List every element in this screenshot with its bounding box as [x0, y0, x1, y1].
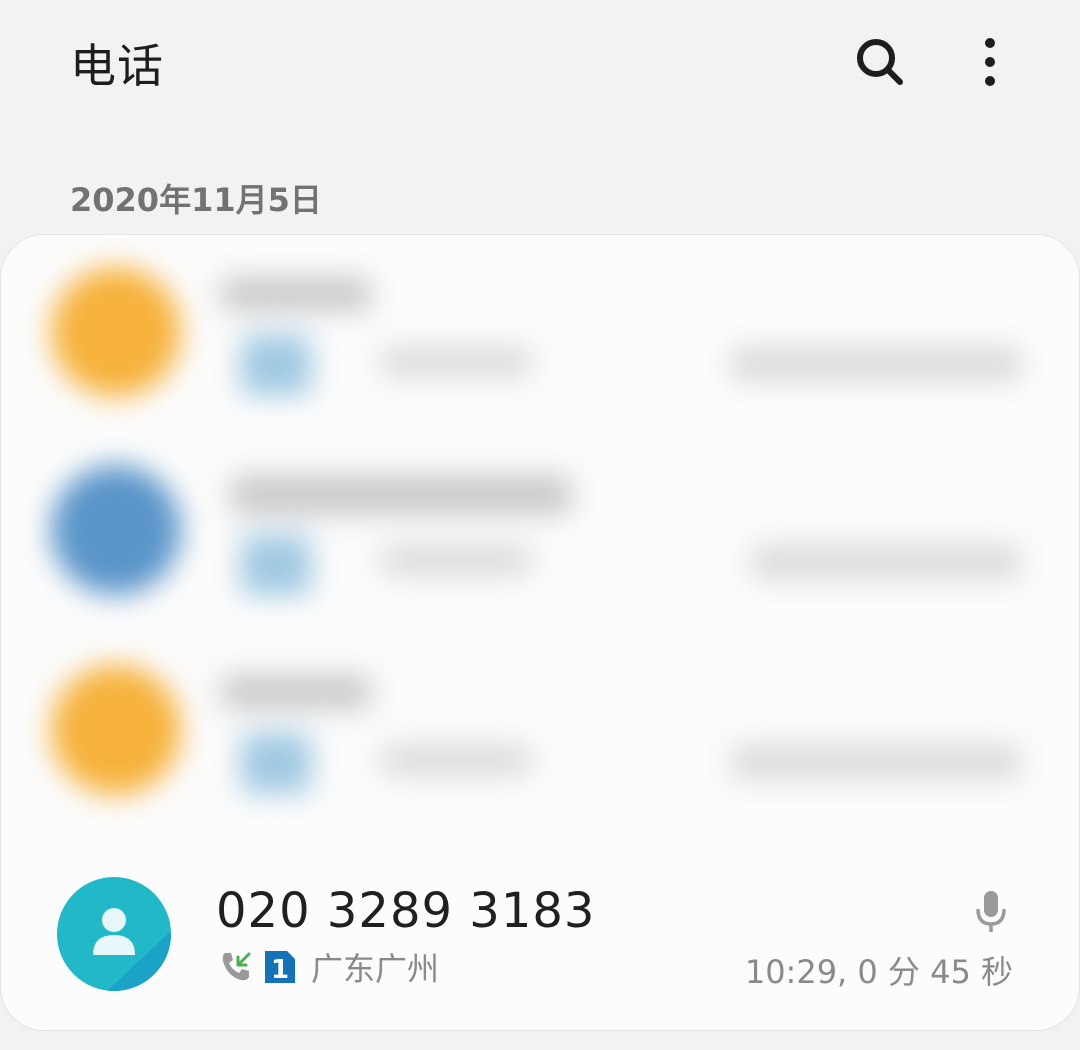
call-log-entry[interactable]: 020 3289 3183 1 广东广州 10:29, 0 分 45 秒: [1, 855, 1079, 1030]
more-options-button[interactable]: [950, 22, 1030, 102]
app-bar: 电话: [0, 0, 1080, 130]
microphone-icon: [976, 891, 1006, 932]
call-time-duration: 10:29, 0 分 45 秒: [744, 953, 1013, 991]
search-button[interactable]: [840, 22, 920, 102]
avatar: [51, 465, 181, 595]
call-recording-indicator[interactable]: [969, 887, 1013, 935]
more-vertical-icon: [985, 38, 995, 86]
blurred-call-entry[interactable]: [41, 645, 1041, 845]
incoming-call-icon: [222, 952, 251, 981]
avatar: [51, 665, 181, 795]
phone-number: 020 3289 3183: [216, 883, 596, 939]
person-icon: [57, 877, 171, 991]
contact-avatar[interactable]: [57, 877, 171, 991]
call-log-card: 020 3289 3183 1 广东广州 10:29, 0 分 45 秒: [0, 234, 1080, 1031]
call-details: 1 广东广州: [219, 947, 440, 988]
svg-text:1: 1: [271, 955, 289, 985]
blurred-call-entry[interactable]: [41, 445, 1041, 645]
date-header: 2020年11月5日: [70, 181, 322, 219]
blurred-call-entry[interactable]: [41, 247, 1041, 447]
page-title: 电话: [70, 39, 164, 93]
avatar: [51, 267, 181, 397]
sim-1-icon: 1: [265, 951, 295, 985]
search-icon: [857, 39, 903, 85]
call-location: 广东广州: [311, 950, 440, 988]
